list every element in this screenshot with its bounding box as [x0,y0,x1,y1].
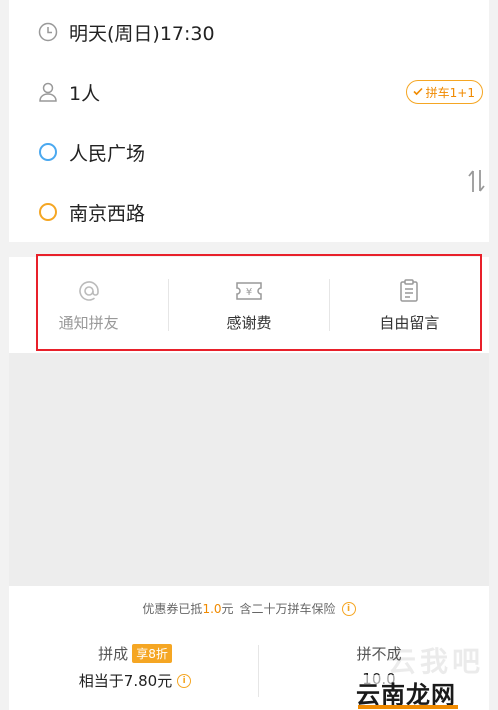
clock-icon [35,19,61,45]
notify-friend-label: 通知拼友 [58,313,119,332]
info-icon[interactable]: i [177,673,192,688]
carpool-badge[interactable]: 拼车1+1 [405,80,483,104]
yen-symbol: ¥ [246,287,252,298]
info-icon[interactable]: i [341,601,356,616]
success-title: 拼成 [98,644,129,663]
start-location: 人民广场 [69,142,146,165]
map-placeholder-area [9,353,489,586]
watermark-underline [358,705,458,709]
end-location-row[interactable]: 南京西路 [9,182,489,242]
at-sign-icon [77,278,101,304]
notify-friend-button[interactable]: 通知拼友 [9,257,168,353]
extra-actions-bar: 通知拼友 ¥ 感谢费 自由留言 [9,257,489,353]
coupon-notice: 优惠券已抵1.0元 含二十万拼车保险 i [0,600,498,617]
carpool-badge-label: 拼车1+1 [425,85,475,100]
discount-tag: 享8折 [132,643,172,663]
time-text: 明天(周日)17:30 [69,22,215,45]
divider [258,645,259,697]
person-icon [35,79,61,105]
watermark-faint: 云我吧 [387,645,484,678]
trip-form: 明天(周日)17:30 1人 拼车1+1 人民广场 南京西路 [9,0,489,242]
notice-insurance: 含二十万拼车保险 [239,602,336,616]
thank-fee-label: 感谢费 [226,313,272,332]
swap-arrows-icon[interactable] [465,166,489,196]
success-price: 相当于7.80元 [78,672,173,690]
clipboard-icon [399,278,419,304]
start-location-row[interactable]: 人民广场 [9,122,489,182]
check-icon [412,85,424,100]
thank-fee-button[interactable]: ¥ 感谢费 [169,257,328,353]
start-dot-icon [35,139,61,165]
notice-amount: 1.0 [202,602,222,616]
passenger-row[interactable]: 1人 拼车1+1 [9,62,489,122]
passenger-count: 1人 [69,82,101,105]
time-row[interactable]: 明天(周日)17:30 [9,2,489,62]
ticket-icon: ¥ [235,278,263,304]
notice-unit: 元 [221,602,234,616]
carpool-success-price[interactable]: 拼成 享8折 相当于7.80元 i [20,642,250,691]
end-dot-icon [35,199,61,225]
end-location: 南京西路 [69,202,146,225]
notice-prefix: 优惠券已抵 [142,602,203,616]
message-button[interactable]: 自由留言 [330,257,489,353]
message-label: 自由留言 [379,313,440,332]
